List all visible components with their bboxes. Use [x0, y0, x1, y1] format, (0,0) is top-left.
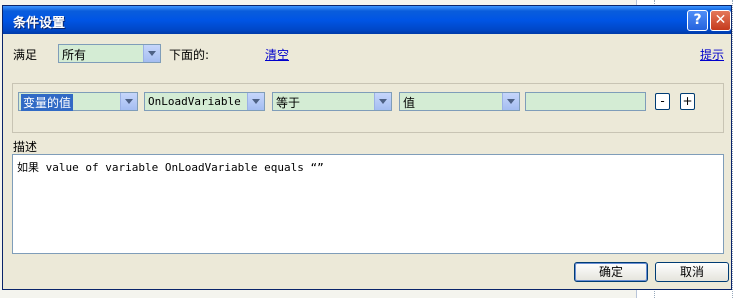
- value-input[interactable]: [525, 92, 646, 111]
- chevron-down-icon[interactable]: [502, 93, 519, 110]
- condition-settings-dialog: 条件设置 ? ✕ 满足 所有 下面的: 清空 提示 变量的值 OnLoadVar…: [2, 5, 732, 290]
- remove-condition-button[interactable]: -: [655, 93, 670, 110]
- grid-line: [732, 0, 733, 298]
- title-bar[interactable]: 条件设置 ? ✕: [3, 6, 731, 34]
- chevron-down-icon[interactable]: [247, 93, 264, 110]
- description-text: 如果 value of variable OnLoadVariable equa…: [17, 161, 324, 174]
- below-label: 下面的:: [169, 48, 210, 62]
- variable-select-value: OnLoadVariable: [148, 95, 241, 108]
- cancel-button[interactable]: 取消: [655, 262, 729, 282]
- description-box[interactable]: 如果 value of variable OnLoadVariable equa…: [12, 154, 724, 254]
- operator-select-value: 等于: [276, 96, 301, 110]
- satisfy-select[interactable]: 所有: [58, 44, 161, 63]
- field-select-value: 变量的值: [21, 94, 74, 111]
- description-label: 描述: [13, 140, 38, 154]
- operator-select[interactable]: 等于: [272, 92, 392, 111]
- ok-button[interactable]: 确定: [574, 262, 648, 282]
- add-condition-button[interactable]: +: [680, 93, 695, 110]
- hint-link[interactable]: 提示: [700, 46, 724, 63]
- value-type-select-value: 值: [403, 96, 416, 110]
- satisfy-label: 满足: [13, 48, 38, 62]
- satisfy-select-value: 所有: [62, 48, 87, 62]
- window-title: 条件设置: [13, 16, 66, 31]
- chevron-down-icon[interactable]: [374, 93, 391, 110]
- variable-select[interactable]: OnLoadVariable: [144, 92, 265, 111]
- value-type-select[interactable]: 值: [399, 92, 520, 111]
- chevron-down-icon[interactable]: [120, 93, 137, 110]
- close-button[interactable]: ✕: [710, 10, 731, 31]
- field-select[interactable]: 变量的值: [18, 92, 138, 111]
- help-button[interactable]: ?: [687, 10, 708, 31]
- clear-link[interactable]: 清空: [265, 46, 289, 63]
- chevron-down-icon[interactable]: [143, 45, 160, 62]
